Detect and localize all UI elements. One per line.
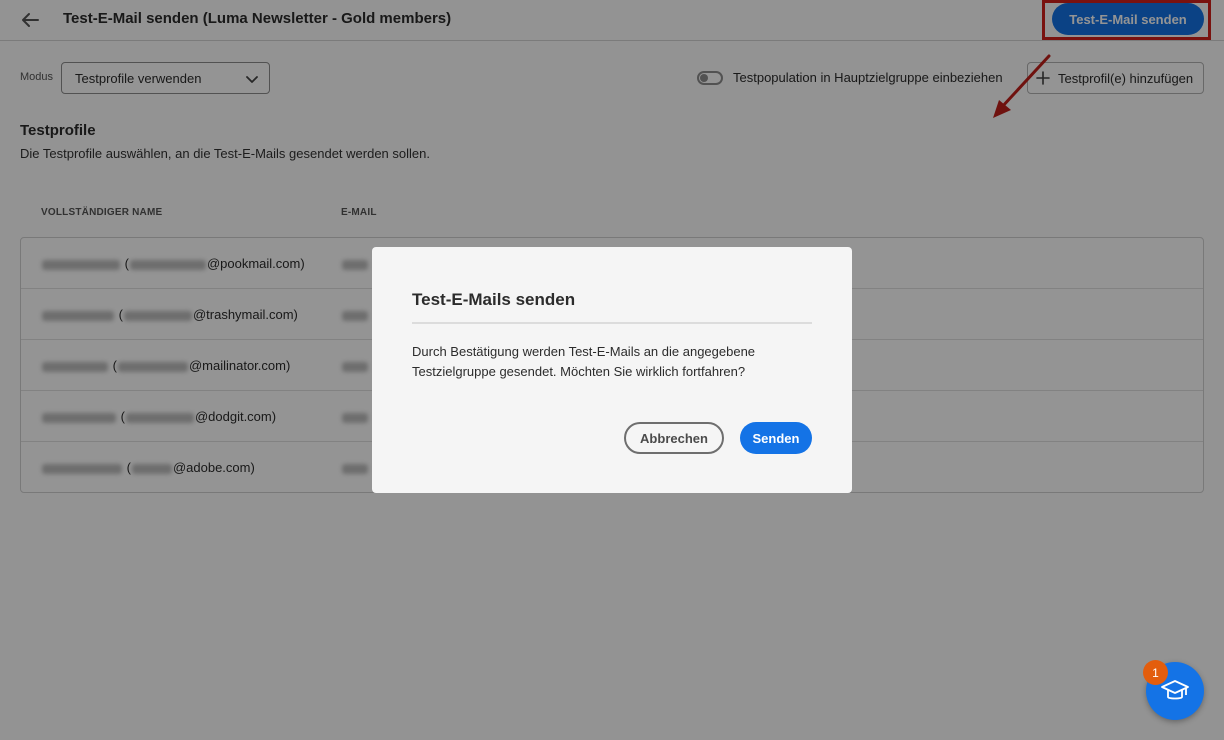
send-button[interactable]: Senden (740, 422, 812, 454)
dialog-title: Test-E-Mails senden (412, 290, 576, 309)
confirm-dialog: Test-E-Mails senden Durch Bestätigung we… (372, 247, 852, 493)
dialog-divider (412, 322, 812, 324)
notification-badge: 1 (1143, 660, 1168, 685)
cancel-button[interactable]: Abbrechen (624, 422, 724, 454)
dialog-body: Durch Bestätigung werden Test-E-Mails an… (412, 344, 756, 379)
